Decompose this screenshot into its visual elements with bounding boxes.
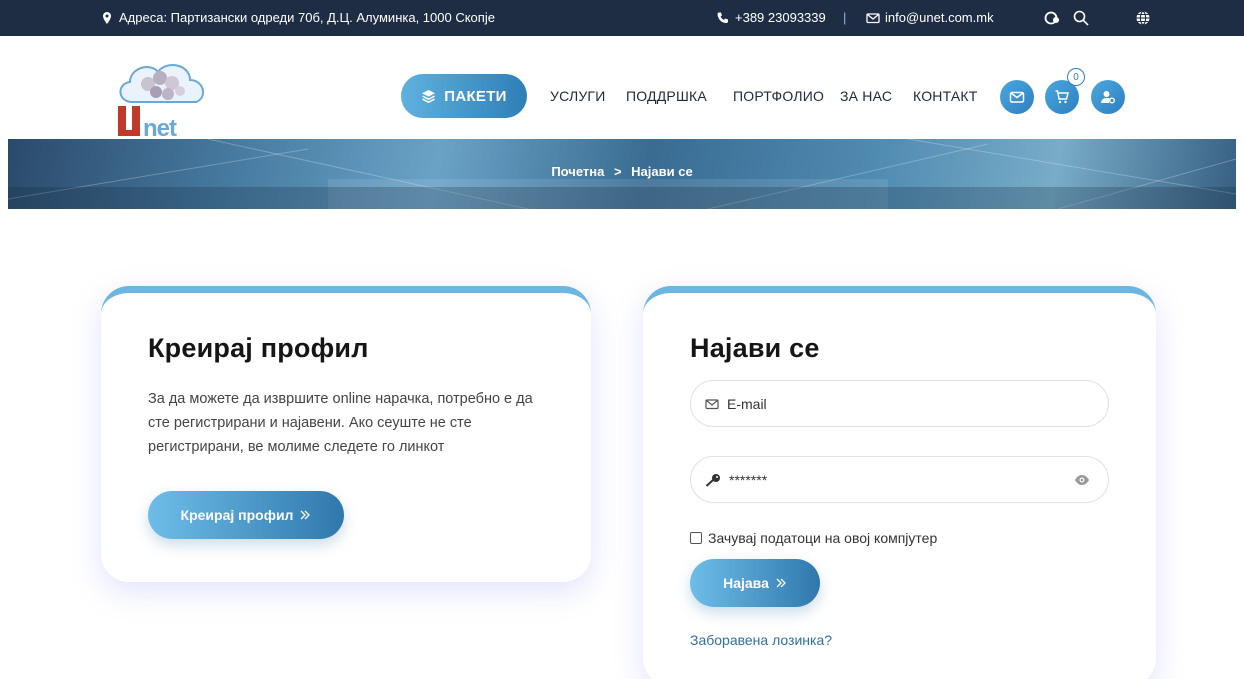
- nav-item-services[interactable]: УСЛУГИ: [550, 88, 605, 104]
- language-button[interactable]: [1134, 9, 1152, 27]
- envelope-icon: [705, 398, 719, 409]
- nav-item-about[interactable]: ЗА НАС: [840, 88, 892, 104]
- breadcrumb-current: Најави се: [631, 164, 693, 179]
- search-icon: [1073, 10, 1089, 26]
- logo-image: net: [118, 64, 205, 142]
- password-value: *******: [729, 471, 768, 488]
- page-banner: Почетна > Најави се: [8, 139, 1236, 209]
- eye-icon[interactable]: [1074, 472, 1090, 488]
- breadcrumb-home-link[interactable]: Почетна: [551, 164, 604, 179]
- email-placeholder: E-mail: [727, 395, 767, 412]
- forgot-password-link[interactable]: Заборавена лозинка?: [690, 632, 832, 648]
- address-text: Адреса: Партизански одреди 70б, Д.Ц. Алу…: [119, 10, 495, 25]
- login-title: Најави се: [690, 333, 820, 363]
- account-button[interactable]: [1091, 80, 1125, 114]
- login-button-label: Најава: [723, 575, 769, 591]
- nav-packages-button[interactable]: ПАКЕТИ: [401, 74, 527, 118]
- double-chevron-right-icon: [300, 510, 311, 520]
- key-icon: [705, 473, 720, 487]
- login-button[interactable]: Најава: [690, 559, 820, 607]
- phone-text: +389 23093339: [735, 10, 826, 25]
- phone-icon: [717, 12, 728, 23]
- user-settings-icon: [1101, 91, 1115, 104]
- main-header: net ПАКЕТИ УСЛУГИ ПОДДРШКА ПОРТФОЛИО ЗА …: [0, 36, 1244, 142]
- accessibility-icon: [1044, 11, 1059, 25]
- login-card: Најави се E-mail ******* Зачувај податоц…: [643, 286, 1156, 679]
- location-pin-icon: [103, 11, 111, 24]
- mail-button[interactable]: [1000, 80, 1034, 114]
- create-profile-button[interactable]: Креирај профил: [148, 491, 344, 539]
- svg-text:net: net: [143, 115, 177, 136]
- nav-item-support[interactable]: ПОДДРШКА: [626, 88, 707, 104]
- checkbox-box[interactable]: [690, 532, 702, 544]
- password-field[interactable]: *******: [690, 456, 1109, 503]
- phone-link[interactable]: +389 23093339: [716, 10, 826, 25]
- cart-icon: [1055, 90, 1069, 104]
- topbar-separator: |: [843, 10, 847, 25]
- breadcrumb-separator: >: [613, 164, 622, 179]
- layers-icon: [422, 89, 436, 103]
- address-info: Адреса: Партизански одреди 70б, Д.Ц. Алу…: [100, 10, 495, 25]
- nav-item-portfolio[interactable]: ПОРТФОЛИО: [733, 88, 824, 104]
- double-chevron-right-icon: [776, 578, 786, 588]
- email-text: info@unet.com.mk: [885, 10, 994, 25]
- unet-logo[interactable]: net: [110, 56, 220, 142]
- email-field[interactable]: E-mail: [690, 380, 1109, 427]
- nav-item-contact[interactable]: КОНТАКТ: [913, 88, 978, 104]
- cart-count-badge: 0: [1067, 68, 1085, 86]
- register-description: За да можете да извршите online нарачка,…: [148, 391, 533, 455]
- register-card: Креирај профил За да можете да извршите …: [101, 286, 591, 582]
- remember-me-label: Зачувај податоци на овој компјутер: [708, 530, 938, 546]
- search-button[interactable]: [1072, 9, 1090, 27]
- breadcrumb: Почетна > Најави се: [8, 164, 1236, 179]
- envelope-icon: [866, 12, 880, 23]
- register-title: Креирај профил: [148, 333, 369, 363]
- top-bar: Адреса: Партизански одреди 70б, Д.Ц. Алу…: [0, 0, 1244, 36]
- create-profile-label: Креирај профил: [180, 507, 294, 523]
- nav-packages-label: ПАКЕТИ: [444, 87, 507, 105]
- accessibility-button[interactable]: [1044, 9, 1062, 27]
- remember-me-checkbox[interactable]: Зачувај податоци на овој компјутер: [690, 530, 937, 546]
- email-link[interactable]: info@unet.com.mk: [866, 10, 994, 25]
- globe-icon: [1136, 10, 1150, 26]
- mail-icon: [1009, 91, 1025, 103]
